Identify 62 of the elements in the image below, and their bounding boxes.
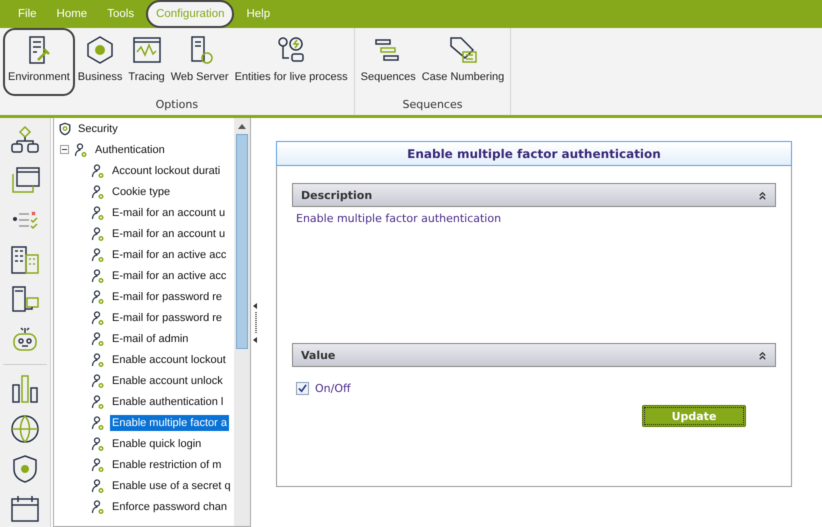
tree-item[interactable]: E-mail for an active acc bbox=[110, 246, 228, 262]
user-key-icon bbox=[90, 394, 106, 410]
scrollbar[interactable] bbox=[234, 118, 250, 526]
user-key-icon bbox=[90, 246, 106, 262]
ribbon-button[interactable]: Web Server bbox=[168, 30, 232, 98]
tree-item[interactable]: Enable multiple factor a bbox=[110, 414, 229, 430]
tree-item[interactable]: Enable account lockout bbox=[110, 352, 228, 368]
ribbon-button[interactable]: Case Numbering bbox=[418, 30, 508, 98]
user-key-icon bbox=[90, 436, 106, 452]
tree-item[interactable]: Enable account unlock bbox=[110, 372, 225, 388]
user-key-icon bbox=[90, 456, 106, 472]
collapse-icon[interactable] bbox=[758, 190, 767, 200]
tree-item[interactable]: Authentication bbox=[93, 142, 167, 158]
collapse-icon[interactable] bbox=[758, 350, 767, 360]
ribbon-button[interactable]: Tracing bbox=[125, 30, 168, 98]
ribbon-button[interactable]: Environment bbox=[3, 28, 75, 96]
tree-item[interactable]: Enable use of a secret q bbox=[110, 478, 233, 494]
tree-item[interactable]: E-mail for password re bbox=[110, 288, 224, 304]
user-key-icon bbox=[90, 330, 106, 346]
buildings-icon[interactable] bbox=[9, 244, 41, 276]
user-key-icon bbox=[90, 498, 106, 514]
user-key-icon bbox=[73, 142, 89, 158]
user-key-icon bbox=[90, 268, 106, 284]
tree-item[interactable]: Enable authentication l bbox=[110, 394, 226, 410]
user-key-icon bbox=[90, 162, 106, 178]
section-header[interactable]: Value bbox=[292, 343, 776, 367]
user-key-icon bbox=[90, 372, 106, 388]
user-key-icon bbox=[90, 310, 106, 326]
calendar-icon[interactable] bbox=[9, 493, 41, 525]
card-title: Enable multiple factor authentication bbox=[276, 141, 792, 166]
splitter-handle-icon[interactable] bbox=[252, 302, 258, 342]
ribbon-button[interactable]: Sequences bbox=[358, 30, 419, 98]
user-key-icon bbox=[90, 204, 106, 220]
tree-item[interactable]: E-mail for an active acc bbox=[110, 268, 228, 284]
user-key-icon bbox=[90, 184, 106, 200]
user-key-icon bbox=[90, 352, 106, 368]
user-key-icon bbox=[90, 226, 106, 242]
checkbox-label: On/Off bbox=[315, 382, 351, 395]
tree-item[interactable]: E-mail for an account u bbox=[110, 204, 228, 220]
user-key-icon bbox=[90, 478, 106, 494]
tree-item[interactable]: Cookie type bbox=[110, 184, 172, 200]
section-header[interactable]: Description bbox=[292, 183, 776, 207]
tree-item[interactable]: Enable restriction of m bbox=[110, 456, 224, 472]
hierarchy-icon[interactable] bbox=[9, 124, 41, 156]
tree-item[interactable]: E-mail of admin bbox=[110, 330, 190, 346]
shield-icon bbox=[58, 122, 72, 136]
group-label: Options bbox=[154, 98, 200, 113]
tree-item[interactable]: E-mail for an account u bbox=[110, 226, 228, 242]
collapse-toggle[interactable] bbox=[60, 145, 69, 154]
tree-item[interactable]: Security bbox=[76, 120, 120, 136]
tree-item[interactable]: E-mail for password re bbox=[110, 310, 224, 326]
user-key-icon bbox=[90, 414, 106, 430]
user-key-icon bbox=[90, 288, 106, 304]
scroll-up-icon[interactable] bbox=[238, 124, 246, 128]
group-label: Sequences bbox=[401, 98, 464, 113]
tree-item[interactable]: Account lockout durati bbox=[110, 162, 222, 178]
tree-item[interactable]: Enforce password chan bbox=[110, 498, 229, 514]
ribbon-button[interactable]: Business bbox=[74, 30, 126, 98]
ribbon-button[interactable]: Entities for live process bbox=[232, 30, 351, 98]
tree-item[interactable]: Enable quick login bbox=[110, 436, 204, 452]
globe-icon[interactable] bbox=[9, 413, 41, 445]
description-text: Enable multiple factor authentication bbox=[296, 212, 502, 227]
